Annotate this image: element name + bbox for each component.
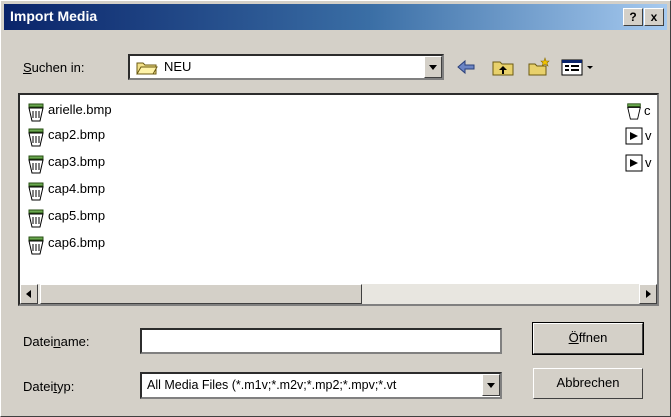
bmp-file-icon <box>28 103 44 122</box>
look-in-label: Suchen in: <box>23 60 85 75</box>
look-in-value: NEU <box>164 59 192 74</box>
list-item[interactable]: v <box>625 125 655 147</box>
file-name: v <box>645 128 652 143</box>
open-button[interactable]: Öffnen <box>532 322 644 355</box>
view-menu-icon[interactable] <box>560 57 596 77</box>
file-name: cap2.bmp <box>48 127 106 142</box>
folder-up-icon[interactable] <box>491 57 515 77</box>
filetype-value: All Media Files (*.m1v;*.m2v;*.mp2;*.mpv… <box>147 378 397 392</box>
file-name: cap5.bmp <box>48 208 106 223</box>
file-name: cap4.bmp <box>48 181 106 196</box>
file-name: cap6.bmp <box>48 235 106 250</box>
window-title: Import Media <box>10 8 98 24</box>
list-item[interactable]: v <box>625 152 655 174</box>
scroll-right-arrow-icon[interactable] <box>639 284 657 304</box>
chevron-down-icon[interactable] <box>482 374 500 396</box>
file-name: c <box>644 103 651 118</box>
video-file-icon <box>625 127 643 145</box>
filename-input[interactable] <box>140 328 502 354</box>
file-name: arielle.bmp <box>48 102 112 117</box>
new-folder-icon[interactable] <box>527 57 551 77</box>
look-in-combo[interactable]: NEU <box>128 54 444 80</box>
scroll-thumb[interactable] <box>40 284 362 304</box>
filetype-label: Dateityp: <box>23 379 75 394</box>
cancel-button[interactable]: Abbrechen <box>533 368 643 399</box>
import-media-dialog: Import Media ? x Suchen in: NEU arielle.… <box>0 0 671 417</box>
title-bar[interactable]: Import Media ? x <box>4 4 667 30</box>
horizontal-scrollbar[interactable] <box>20 284 657 304</box>
filename-label: Dateiname: <box>23 334 90 349</box>
bmp-file-icon <box>28 236 44 255</box>
file-name: cap3.bmp <box>48 154 106 169</box>
back-arrow-icon[interactable] <box>454 57 478 77</box>
bmp-file-icon <box>627 103 641 120</box>
chevron-down-icon[interactable] <box>424 56 442 78</box>
folder-open-icon <box>136 62 158 75</box>
bmp-file-icon <box>28 209 44 228</box>
close-button[interactable]: x <box>644 8 664 26</box>
help-button[interactable]: ? <box>623 8 643 26</box>
bmp-file-icon <box>28 128 44 147</box>
list-item[interactable]: c <box>625 100 655 122</box>
file-list[interactable]: arielle.bmp cap2.bmp cap3.bmp cap4.bmp c… <box>18 93 659 306</box>
bmp-file-icon <box>28 182 44 201</box>
scroll-left-arrow-icon[interactable] <box>20 284 38 304</box>
video-file-icon <box>625 154 643 172</box>
filetype-combo[interactable]: All Media Files (*.m1v;*.m2v;*.mp2;*.mpv… <box>140 372 502 399</box>
bmp-file-icon <box>28 155 44 174</box>
file-name: v <box>645 155 652 170</box>
